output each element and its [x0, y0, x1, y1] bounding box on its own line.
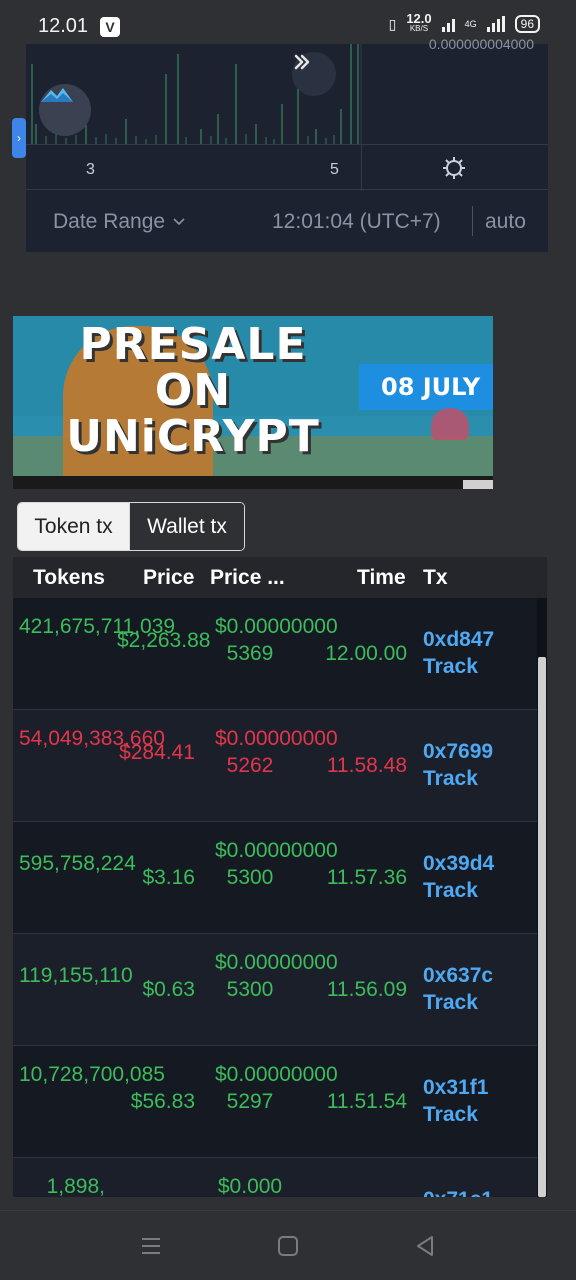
row-tokens: 595,758,224 [19, 852, 136, 875]
tab-wallet-tx[interactable]: Wallet tx [129, 503, 244, 550]
row-price-usd: $0.000 [217, 1175, 283, 1197]
axis-tick: 5 [330, 161, 339, 178]
row-tx: 0x7699 Track [423, 738, 533, 792]
row-tokens: 119,155,110 [19, 964, 133, 987]
network-speed: 12.0 KB/S [406, 11, 432, 33]
chart-time-utc[interactable]: 12:01:04 (UTC+7) [272, 210, 441, 234]
signal-4g-icon [486, 16, 505, 32]
double-chevron-right-icon [294, 54, 310, 70]
table-row: 119,155,110 $0.63 $0.00000000 5300 11.56… [13, 934, 537, 1046]
table-row: 54,049,383,660 $284.41 $0.00000000 5262 … [13, 710, 537, 822]
track-link[interactable]: Track [423, 989, 533, 1016]
row-tx: 0x39d4 Track [423, 850, 533, 904]
signal-icon [441, 16, 455, 32]
row-time: 12.00.00 [325, 642, 407, 665]
row-time: 11.57.36 [326, 866, 407, 889]
banner-date-badge: 08 JULY [359, 364, 493, 410]
row-price: $284.41 [119, 741, 195, 764]
network-type: 4G [464, 19, 477, 29]
date-range-dropdown[interactable]: Date Range [53, 210, 185, 234]
tab-token-tx[interactable]: Token tx [18, 503, 129, 550]
tx-hash-link[interactable]: 0xd847 [423, 626, 533, 653]
system-navigation-bar [0, 1210, 576, 1280]
axis-tick: 3 [86, 161, 95, 178]
row-price-usd: $0.00000000 5297 [215, 1063, 338, 1113]
row-price-usd: $0.00000000 5300 [215, 839, 338, 889]
vibrate-icon: ▯ [388, 15, 397, 32]
app-notification-icon: V [100, 17, 120, 37]
column-header-price-usd[interactable]: Price ... [210, 566, 285, 590]
table-body: 421,675,711,039 $2,263.88 $0.00000000 53… [13, 598, 537, 1197]
row-tx: 0xd847 Track [423, 626, 533, 680]
table-row: 421,675,711,039 $2,263.88 $0.00000000 53… [13, 598, 537, 710]
row-tx: 0x71c1 [423, 1186, 533, 1197]
settings-gear-icon[interactable] [441, 155, 467, 181]
table-row: 1,898, $0.000 0x71c1 [13, 1158, 537, 1197]
transactions-table: Tokens Price Price ... Time Tx 421,675,7… [13, 557, 547, 1197]
tx-hash-link[interactable]: 0x39d4 [423, 850, 533, 877]
row-price: $56.83 [130, 1090, 195, 1113]
status-time: 12.01 [38, 15, 89, 37]
dextools-logo-icon[interactable] [39, 84, 91, 136]
row-price-usd: $0.00000000 5300 [215, 951, 338, 1001]
battery-indicator: 96 [514, 15, 540, 33]
row-tx: 0x637c Track [423, 962, 533, 1016]
auto-scale-toggle[interactable]: auto [485, 210, 526, 234]
time-axis: 3 5 [26, 144, 548, 191]
row-tokens: 54,049,383,660 [19, 727, 165, 750]
banner-scrollbar[interactable] [13, 476, 493, 489]
row-time: 11.58.48 [326, 754, 407, 777]
row-price: $3.16 [142, 866, 195, 889]
column-header-tx[interactable]: Tx [423, 566, 448, 590]
banner-title: PRESALE ON UNiCRYPT [66, 319, 320, 462]
track-link[interactable]: Track [423, 765, 533, 792]
menu-icon[interactable] [138, 1233, 164, 1259]
row-time: 11.56.09 [326, 978, 407, 1001]
row-tokens: 421,675,711,039 [19, 615, 176, 638]
scroll-to-latest-button[interactable] [292, 52, 336, 96]
tx-hash-link[interactable]: 0x71c1 [423, 1186, 533, 1197]
volume-chart[interactable]: 0.000000004000 [26, 36, 548, 144]
tx-type-tabs: Token tx Wallet tx [17, 502, 245, 551]
track-link[interactable]: Track [423, 1101, 533, 1128]
presale-banner-ad[interactable]: PRESALE ON UNiCRYPT 08 JULY [13, 316, 493, 489]
row-price: $2,263.88 [117, 629, 211, 652]
jellyfish-image [431, 408, 469, 440]
tx-hash-link[interactable]: 0x7699 [423, 738, 533, 765]
column-header-price[interactable]: Price [143, 566, 194, 590]
table-row: 10,728,700,085 $56.83 $0.00000000 5297 1… [13, 1046, 537, 1158]
volume-bars [31, 44, 362, 144]
date-range-label: Date Range [53, 210, 166, 233]
row-tokens: 1,898, [46, 1175, 105, 1197]
price-axis-label: 0.000000004000 [428, 36, 534, 52]
row-price: $0.63 [142, 978, 195, 1001]
column-header-time[interactable]: Time [357, 566, 406, 590]
tx-hash-link[interactable]: 0x637c [423, 962, 533, 989]
side-panel-toggle[interactable]: › [12, 118, 26, 158]
price-chart-panel: 0.000000004000 3 5 Date Range 12:01:04 (… [26, 36, 548, 252]
chevron-down-icon [173, 218, 185, 226]
table-row: 595,758,224 $3.16 $0.00000000 5300 11.57… [13, 822, 537, 934]
tx-hash-link[interactable]: 0x31f1 [423, 1074, 533, 1101]
row-tx: 0x31f1 Track [423, 1074, 533, 1128]
table-scrollbar-thumb[interactable] [538, 657, 546, 1197]
track-link[interactable]: Track [423, 877, 533, 904]
back-icon[interactable] [412, 1233, 438, 1259]
row-price-usd: $0.00000000 5262 [215, 727, 338, 777]
chart-range-bar: Date Range 12:01:04 (UTC+7) auto [26, 190, 548, 252]
row-price-usd: $0.00000000 5369 [215, 615, 338, 665]
row-time: 11.51.54 [326, 1090, 407, 1113]
row-tokens: 10,728,700,085 [19, 1063, 165, 1086]
table-header: Tokens Price Price ... Time Tx [13, 557, 547, 598]
track-link[interactable]: Track [423, 653, 533, 680]
column-header-tokens[interactable]: Tokens [33, 566, 105, 590]
home-icon[interactable] [275, 1233, 301, 1259]
